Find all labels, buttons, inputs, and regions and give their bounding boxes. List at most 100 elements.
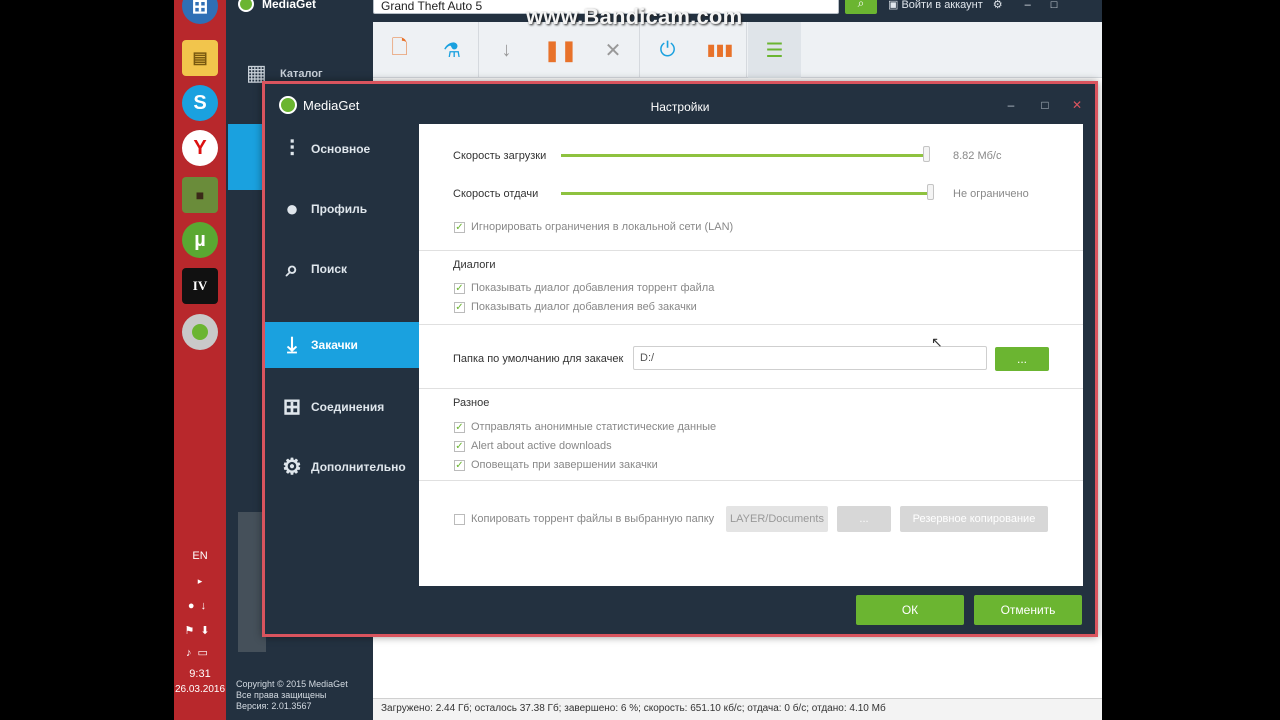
show-torrent-dialog-checkbox[interactable]: ✓ [454, 283, 465, 294]
sidebar-item-catalog[interactable]: Каталог [280, 68, 323, 80]
nav-label: Профиль [311, 202, 368, 216]
copyright-text: Copyright © 2015 MediaGet [236, 679, 348, 689]
dialog-maximize-icon[interactable]: □ [1035, 98, 1055, 112]
upload-speed-slider[interactable] [561, 192, 931, 195]
clock-date[interactable]: 26.03.2016 [174, 684, 226, 695]
version-text: Версия: 2.01.3567 [236, 701, 312, 711]
dialog-close-icon[interactable]: ✕ [1067, 98, 1087, 112]
minimize-main-icon[interactable]: – [1025, 0, 1031, 11]
ignore-lan-checkbox[interactable]: ✓ [454, 222, 465, 233]
tray-expand-icon[interactable]: ▸ [174, 576, 226, 587]
ignore-lan-label: Игнорировать ограничения в локальной сет… [471, 221, 734, 233]
dialogs-heading: Диалоги [453, 259, 496, 271]
nav-item-profile[interactable]: ● Профиль [265, 186, 419, 232]
tray-icons-row-3[interactable]: ♪▭ [174, 646, 226, 659]
nav-label: Закачки [311, 338, 358, 352]
yandex-browser-icon[interactable]: Y [182, 130, 218, 166]
settings-dialog: MediaGet Настройки – □ ✕ ⫶ Основное ● Проф… [262, 81, 1098, 637]
nav-item-connections[interactable]: ⊞ Соединения [265, 384, 419, 430]
misc-heading: Разное [453, 397, 490, 409]
download-arrow-icon[interactable]: ↓ [480, 22, 533, 78]
ok-button[interactable]: ОК [856, 595, 964, 625]
power-icon[interactable]: ⏻ [641, 22, 694, 78]
user-icon: ▣ [888, 0, 902, 11]
download-speed-slider[interactable] [561, 154, 927, 157]
divider [419, 388, 1083, 389]
download-speed-thumb[interactable] [923, 146, 930, 162]
notify-done-checkbox[interactable]: ✓ [454, 460, 465, 471]
pause-icon[interactable]: ❚❚ [534, 22, 587, 78]
windows-taskbar: ⊞ ▤ S Y ■ µ IV EN ▸ ●↓ ⚑⬇ ♪▭ 9:31 26.03.… [174, 0, 226, 720]
login-label: Войти в аккаунт [901, 0, 983, 11]
rights-text: Все права защищены [236, 690, 327, 700]
divider [419, 324, 1083, 325]
download-speed-value: 8.82 Мб/с [953, 150, 1002, 162]
bandicam-watermark: www.Bandicam.com [526, 4, 743, 29]
minecraft-icon[interactable]: ■ [182, 177, 218, 213]
nav-label: Поиск [311, 262, 348, 276]
main-app-name: MediaGet [262, 0, 317, 11]
show-web-dialog-checkbox[interactable]: ✓ [454, 302, 465, 313]
language-indicator[interactable]: EN [174, 550, 226, 562]
show-torrent-dialog-label: Показывать диалог добавления торрент фай… [471, 282, 715, 294]
folder-icon[interactable]: ▤ [182, 40, 218, 76]
close-x-icon[interactable]: ✕ [587, 22, 640, 78]
gta-iv-icon[interactable]: IV [182, 268, 218, 304]
status-bar: Загружено: 2.44 Гб; осталось 37.38 Гб; з… [373, 698, 1102, 720]
alert-active-checkbox[interactable]: ✓ [454, 441, 465, 452]
dialog-minimize-icon[interactable]: – [1001, 98, 1021, 112]
mediaget-taskbar-icon[interactable] [182, 314, 218, 350]
folder-browse-button[interactable]: ... [995, 347, 1049, 371]
nav-item-downloads[interactable]: ⤓ Закачки [265, 322, 419, 368]
gear-icon: ⚙ [282, 454, 302, 479]
nav-label: Соединения [311, 400, 385, 414]
download-speed-label: Скорость загрузки [453, 150, 547, 162]
settings-panel: Скорость загрузки 8.82 Мб/с Скорость отд… [419, 124, 1083, 586]
skype-icon[interactable]: S [182, 85, 218, 121]
upload-speed-label: Скорость отдачи [453, 188, 539, 200]
login-link[interactable]: ▣ Войти в аккаунт ⚙ – □ [888, 0, 1057, 11]
sliders-icon: ⫶ [289, 136, 295, 161]
dialog-footer: ОК Отменить [419, 586, 1095, 634]
upload-speed-thumb[interactable] [927, 184, 934, 200]
add-torrent-icon[interactable]: 🗋 [373, 22, 426, 78]
copy-torrents-label: Копировать торрент файлы в выбранную пап… [471, 513, 715, 525]
notify-done-label: Оповещать при завершении закачки [471, 459, 658, 471]
copy-torrents-checkbox[interactable] [454, 514, 465, 525]
gear-icon[interactable]: ⚙ [993, 0, 1003, 11]
list-view-icon[interactable]: ☰ [748, 22, 801, 78]
start-button-icon[interactable]: ⊞ [182, 0, 218, 24]
show-web-dialog-label: Показывать диалог добавления веб закачки [471, 301, 697, 313]
clock-time[interactable]: 9:31 [174, 668, 226, 680]
upload-speed-value: Не ограничено [953, 188, 1029, 200]
network-icon: ⊞ [282, 394, 302, 419]
bar-chart-icon[interactable]: ▮▮▮ [694, 22, 747, 78]
search-icon: ⌕ [857, 0, 865, 10]
dialog-titlebar: MediaGet Настройки – □ ✕ [265, 84, 1095, 124]
anon-stats-checkbox[interactable]: ✓ [454, 422, 465, 433]
search-button[interactable]: ⌕ [845, 0, 877, 14]
flask-icon[interactable]: ⚗ [426, 22, 479, 78]
tray-icons-row-2[interactable]: ⚑⬇ [174, 624, 226, 637]
settings-nav: ⫶ Основное ● Профиль ⌕ Поиск ⤓ Закачки ⊞ Соед… [265, 124, 419, 634]
nav-item-general[interactable]: ⫶ Основное [265, 126, 419, 172]
search-icon: ⌕ [285, 256, 299, 281]
divider [419, 250, 1083, 251]
nav-item-search[interactable]: ⌕ Поиск [265, 246, 419, 292]
tray-icons-row-1[interactable]: ●↓ [174, 600, 226, 612]
cancel-button[interactable]: Отменить [974, 595, 1082, 625]
copy-browse-button[interactable]: ... [837, 506, 891, 532]
nav-label: Дополнительно [311, 460, 406, 474]
nav-item-advanced[interactable]: ⚙ Дополнительно [265, 444, 419, 490]
utorrent-icon[interactable]: µ [182, 222, 218, 258]
nav-label: Основное [311, 142, 371, 156]
mediaget-logo-icon [238, 0, 254, 12]
mouse-cursor-icon: ↖ [931, 334, 943, 350]
screen: ⊞ ▤ S Y ■ µ IV EN ▸ ●↓ ⚑⬇ ♪▭ 9:31 26.03.… [174, 0, 1102, 720]
backup-button[interactable]: Резервное копирование [900, 506, 1048, 532]
download-tray-icon: ⤓ [287, 332, 297, 357]
maximize-main-icon[interactable]: □ [1051, 0, 1058, 11]
copy-path-field[interactable]: LAYER/Documents [726, 506, 828, 532]
alert-active-label: Alert about active downloads [471, 440, 612, 452]
anon-stats-label: Отправлять анонимные статистические данн… [471, 421, 717, 433]
